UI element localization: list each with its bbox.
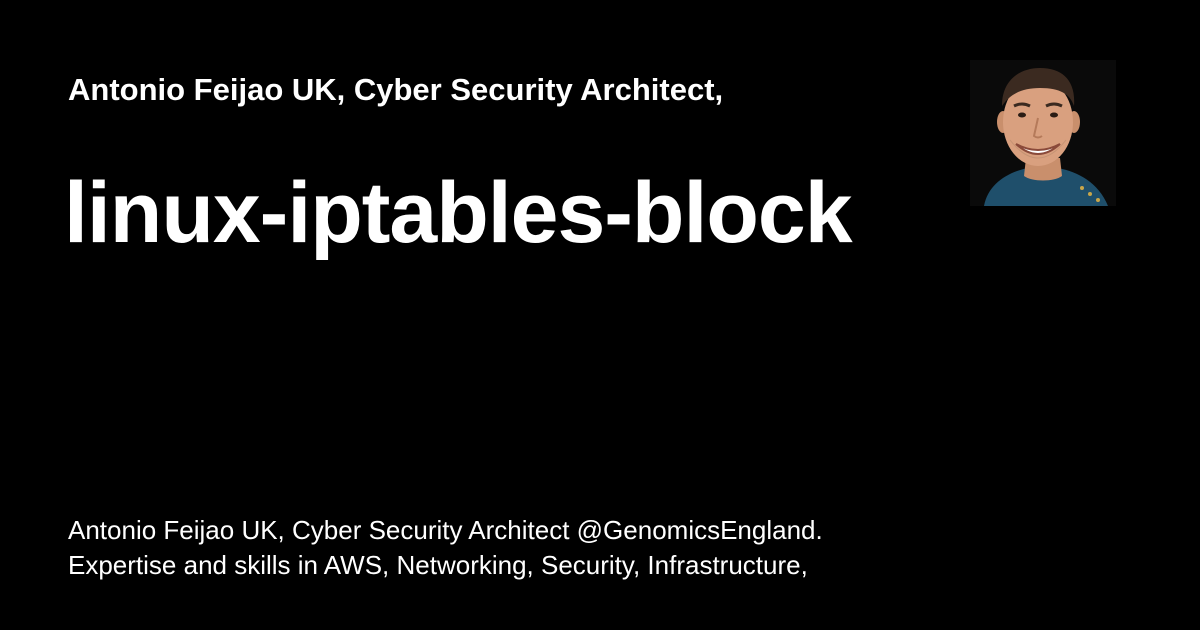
page-description: Antonio Feijao UK, Cyber Security Archit… [68, 513, 968, 583]
description-line-1: Antonio Feijao UK, Cyber Security Archit… [68, 515, 823, 545]
description-line-2: Expertise and skills in AWS, Networking,… [68, 550, 808, 580]
page-title: linux-iptables-block [64, 165, 853, 261]
social-preview-card: Antonio Feijao UK, Cyber Security Archit… [0, 0, 1200, 630]
author-avatar [970, 60, 1116, 206]
site-name: Antonio Feijao UK, Cyber Security Archit… [68, 72, 724, 107]
author-portrait-icon [970, 60, 1116, 206]
